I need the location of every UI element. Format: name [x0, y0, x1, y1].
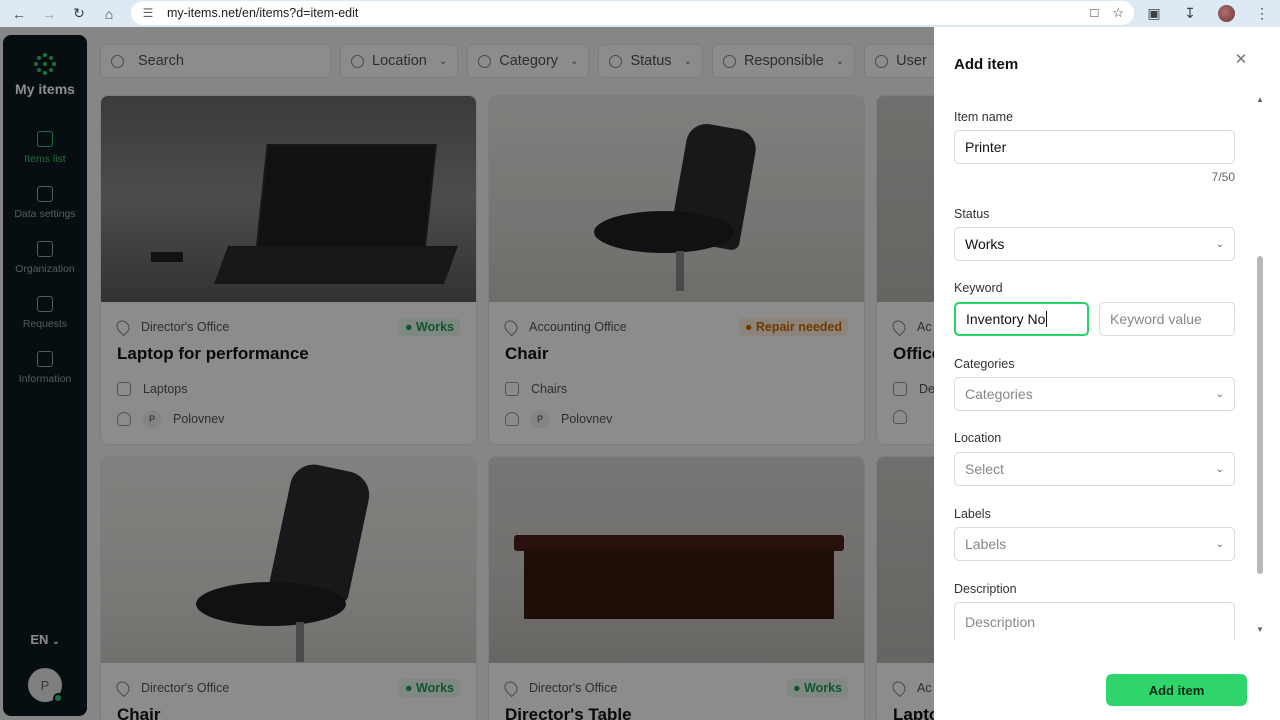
modal-backdrop[interactable]: [0, 27, 934, 720]
back-icon[interactable]: ←: [4, 2, 34, 26]
profile-avatar[interactable]: [1208, 2, 1244, 26]
extensions-icon[interactable]: ▣: [1136, 2, 1172, 26]
labels-label: Labels: [954, 507, 991, 521]
forward-icon[interactable]: →: [34, 2, 64, 26]
download-icon[interactable]: ↧: [1172, 2, 1208, 26]
description-placeholder: Description: [965, 613, 1036, 630]
menu-dots-icon[interactable]: ⋮: [1244, 2, 1280, 26]
char-counter: 7/50: [1211, 170, 1235, 184]
scroll-up-icon[interactable]: ▲: [1256, 95, 1264, 104]
chevron-down-icon: ⌄: [1215, 538, 1224, 550]
location-select[interactable]: Select ⌄: [954, 452, 1235, 486]
text-cursor: [1046, 311, 1048, 327]
address-bar[interactable]: ☰ my-items.net/en/items?d=item-edit □ ☆: [131, 1, 1134, 25]
bookmark-star-icon[interactable]: ☆: [1112, 5, 1124, 21]
keyword-input[interactable]: Inventory No: [954, 302, 1089, 336]
scroll-down-icon[interactable]: ▼: [1256, 625, 1264, 634]
item-name-label: Item name: [954, 110, 1014, 124]
categories-placeholder: Categories: [965, 386, 1033, 402]
close-icon[interactable]: ✕: [1234, 49, 1248, 71]
reload-icon[interactable]: ↻: [64, 2, 94, 26]
page-icon[interactable]: □: [1090, 5, 1098, 21]
keyword-value-input[interactable]: Keyword value: [1099, 302, 1235, 336]
chevron-down-icon: ⌄: [1215, 388, 1224, 400]
categories-label: Categories: [954, 357, 1015, 371]
scrollbar-thumb[interactable]: [1257, 256, 1263, 574]
home-icon[interactable]: ⌂: [94, 2, 124, 26]
labels-placeholder: Labels: [965, 536, 1007, 552]
location-label: Location: [954, 431, 1002, 445]
add-item-panel: Add item ✕ ▲ ▼ Item name Printer 7/50 St…: [934, 27, 1280, 720]
keyword-label: Keyword: [954, 281, 1003, 295]
description-textarea[interactable]: Description: [954, 602, 1235, 640]
keyword-value-placeholder: Keyword value: [1110, 311, 1202, 327]
status-select[interactable]: Works ⌄: [954, 227, 1235, 261]
keyword-value: Inventory No: [966, 311, 1046, 327]
description-label: Description: [954, 582, 1017, 596]
item-name-input[interactable]: Printer: [954, 130, 1235, 164]
site-settings-icon[interactable]: ☰: [141, 6, 155, 20]
item-name-value: Printer: [965, 139, 1007, 155]
panel-scrollbar[interactable]: ▲ ▼: [1256, 95, 1264, 635]
location-placeholder: Select: [965, 461, 1004, 477]
status-label: Status: [954, 207, 990, 221]
categories-select[interactable]: Categories ⌄: [954, 377, 1235, 411]
panel-title: Add item: [954, 56, 1019, 73]
chevron-down-icon: ⌄: [1215, 463, 1224, 475]
browser-toolbar: ← → ↻ ⌂ ☰ my-items.net/en/items?d=item-e…: [0, 0, 1280, 27]
url-text: my-items.net/en/items?d=item-edit: [167, 6, 359, 20]
labels-select[interactable]: Labels ⌄: [954, 527, 1235, 561]
status-value: Works: [965, 236, 1005, 252]
chevron-down-icon: ⌄: [1215, 238, 1224, 250]
add-item-button[interactable]: Add item: [1106, 674, 1247, 706]
